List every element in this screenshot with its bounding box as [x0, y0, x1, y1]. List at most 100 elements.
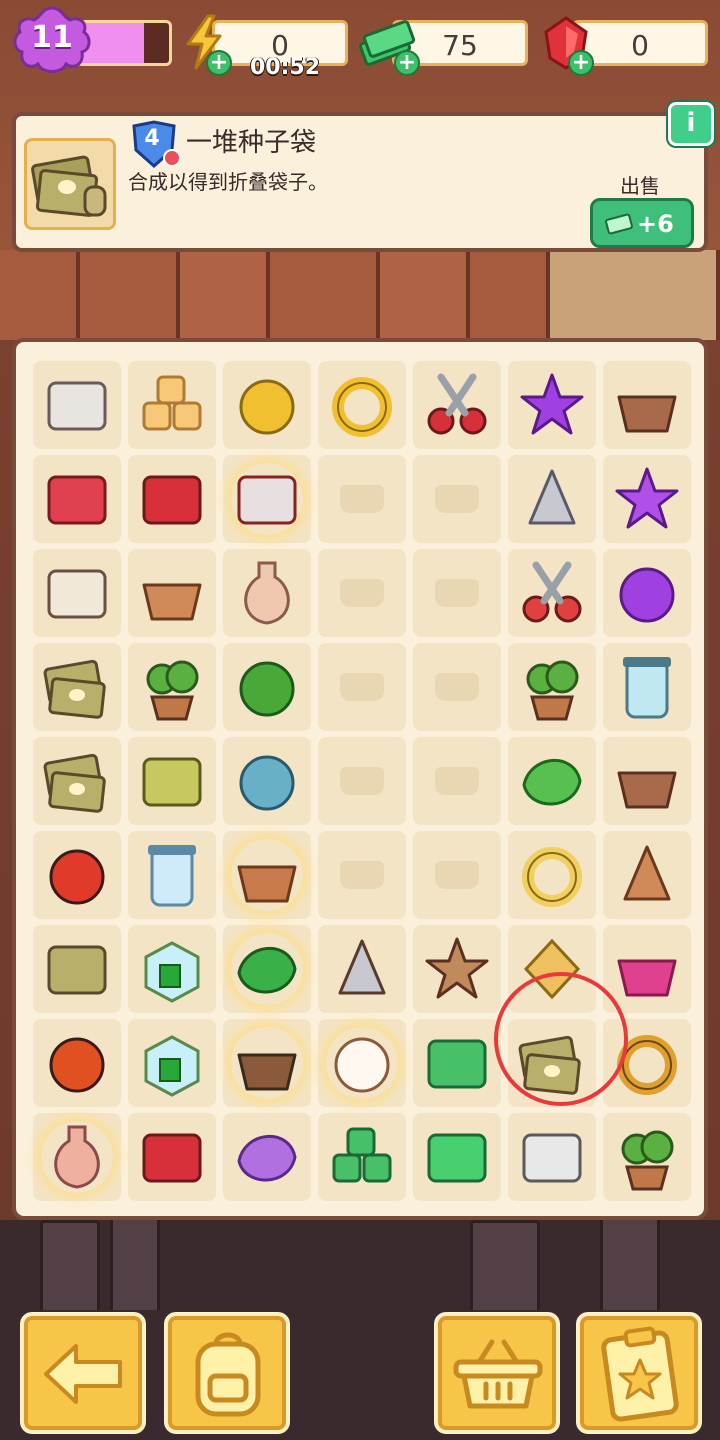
- board-cell[interactable]: [508, 737, 596, 825]
- board-cell-empty[interactable]: [413, 549, 501, 637]
- gold-ring-plate-icon: [516, 839, 588, 911]
- board-cell[interactable]: [33, 361, 121, 449]
- board-cell[interactable]: [223, 737, 311, 825]
- mortar-flask-icon: [611, 745, 683, 817]
- seed-bag-pile-icon: [41, 651, 113, 723]
- board-cell[interactable]: [318, 361, 406, 449]
- board-cell[interactable]: [223, 455, 311, 543]
- red-chest-icon: [231, 463, 303, 535]
- board-cell[interactable]: [128, 361, 216, 449]
- board-cell[interactable]: [223, 549, 311, 637]
- board-cell[interactable]: [508, 831, 596, 919]
- board-cell-empty[interactable]: [318, 831, 406, 919]
- board-cell[interactable]: [318, 1019, 406, 1107]
- board-cell[interactable]: [128, 1113, 216, 1201]
- board-cell[interactable]: [128, 1019, 216, 1107]
- hammer-icon: [326, 933, 398, 1005]
- board-cell[interactable]: [33, 455, 121, 543]
- clipboard-star-icon: [601, 1326, 679, 1422]
- board-cell[interactable]: [603, 1113, 691, 1201]
- gold-hook-icon: [326, 369, 398, 441]
- basket-button[interactable]: [434, 1312, 560, 1434]
- board-cell[interactable]: [413, 1019, 501, 1107]
- board-cell[interactable]: [33, 1113, 121, 1201]
- board-cell[interactable]: [318, 1113, 406, 1201]
- board-cell[interactable]: [128, 831, 216, 919]
- board-cell[interactable]: [128, 455, 216, 543]
- board-cell[interactable]: [508, 549, 596, 637]
- red-scissors-icon: [516, 557, 588, 629]
- red-toolbox-icon: [136, 1121, 208, 1193]
- board-cell[interactable]: [223, 925, 311, 1013]
- board-cell-empty[interactable]: [413, 643, 501, 731]
- board-cell[interactable]: [603, 737, 691, 825]
- potted-herb-icon: [136, 651, 208, 723]
- background-book: [110, 1210, 160, 1310]
- board-cell[interactable]: [413, 925, 501, 1013]
- pruning-shears-icon: [421, 369, 493, 441]
- board-cell[interactable]: [33, 643, 121, 731]
- board-cell-empty[interactable]: [318, 737, 406, 825]
- info-button[interactable]: i: [668, 102, 714, 146]
- sell-button[interactable]: +6: [590, 198, 694, 248]
- board-cell[interactable]: [33, 737, 121, 825]
- purple-moth-icon: [231, 1121, 303, 1193]
- trowel-icon: [516, 463, 588, 535]
- cheese-cubes-icon: [136, 369, 208, 441]
- board-cell[interactable]: [318, 925, 406, 1013]
- board-cell[interactable]: [603, 925, 691, 1013]
- cookie-leaf-icon: [421, 933, 493, 1005]
- board-cell[interactable]: [603, 455, 691, 543]
- board-cell[interactable]: [33, 1019, 121, 1107]
- board-cell-empty[interactable]: [413, 737, 501, 825]
- add-cash-button[interactable]: +: [394, 50, 420, 76]
- board-cell[interactable]: [223, 1019, 311, 1107]
- add-energy-button[interactable]: +: [206, 50, 232, 76]
- basket-icon: [453, 1339, 543, 1409]
- background-book: [600, 1210, 660, 1310]
- back-button[interactable]: [20, 1312, 146, 1434]
- bonsai-tree-icon: [516, 651, 588, 723]
- add-gem-button[interactable]: +: [568, 50, 594, 76]
- clay-pot-icon: [231, 839, 303, 911]
- board-cell[interactable]: [508, 1113, 596, 1201]
- board-cell[interactable]: [33, 549, 121, 637]
- board-cell[interactable]: [223, 643, 311, 731]
- board-cell[interactable]: [508, 643, 596, 731]
- board-cell-empty[interactable]: [318, 455, 406, 543]
- board-cell[interactable]: [128, 549, 216, 637]
- board-cell[interactable]: [603, 831, 691, 919]
- board-cell[interactable]: [223, 1113, 311, 1201]
- board-cell[interactable]: [508, 455, 596, 543]
- seed-packet-icon: [136, 745, 208, 817]
- pin-stump-icon: [231, 1027, 303, 1099]
- sell-value: +6: [637, 210, 674, 238]
- cash-bundle-icon: [421, 1027, 493, 1099]
- arrow-left-icon: [44, 1344, 122, 1404]
- lucky-cat-icon: [326, 1027, 398, 1099]
- board-cell[interactable]: [128, 643, 216, 731]
- purple-star-face-icon: [611, 463, 683, 535]
- board-cell[interactable]: [413, 361, 501, 449]
- board-cell[interactable]: [603, 643, 691, 731]
- board-cell-empty[interactable]: [318, 549, 406, 637]
- board-cell-empty[interactable]: [318, 643, 406, 731]
- orders-button[interactable]: [576, 1312, 702, 1434]
- board-cell[interactable]: [128, 925, 216, 1013]
- board-cell-empty[interactable]: [413, 831, 501, 919]
- board-cell[interactable]: [223, 361, 311, 449]
- board-cell[interactable]: [128, 737, 216, 825]
- board-cell[interactable]: [33, 925, 121, 1013]
- ladybug-icon: [41, 839, 113, 911]
- board-cell-empty[interactable]: [413, 455, 501, 543]
- board-cell[interactable]: [413, 1113, 501, 1201]
- board-cell[interactable]: [603, 361, 691, 449]
- board-cell[interactable]: [603, 549, 691, 637]
- board-cell[interactable]: [223, 831, 311, 919]
- cash-bill-icon: [421, 1121, 493, 1193]
- board-cell[interactable]: [33, 831, 121, 919]
- blue-watering-can-icon: [231, 745, 303, 817]
- level-badge[interactable]: 11: [12, 6, 92, 76]
- board-cell[interactable]: [508, 361, 596, 449]
- backpack-button[interactable]: [164, 1312, 290, 1434]
